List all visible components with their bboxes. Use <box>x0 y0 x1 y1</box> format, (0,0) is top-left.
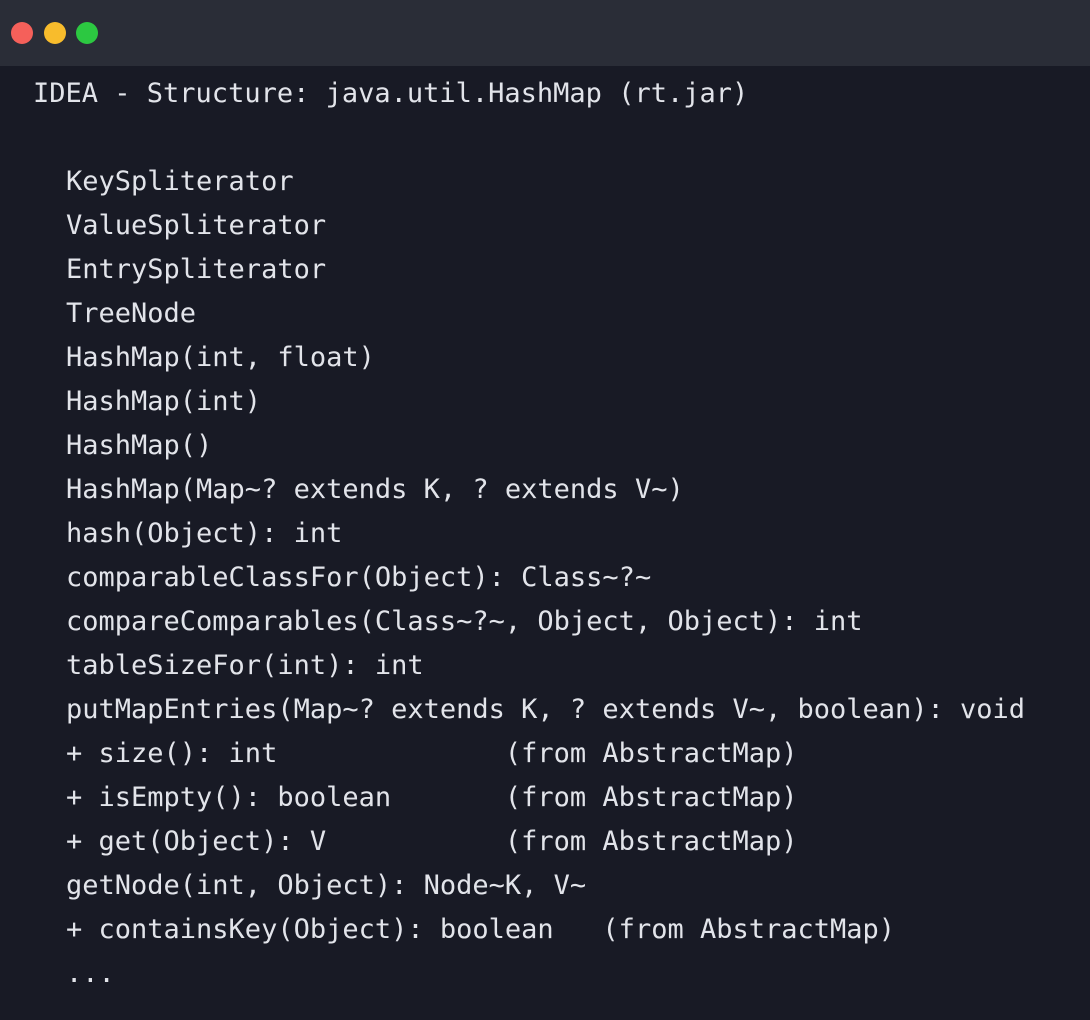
structure-view: IDEA - Structure: java.util.HashMap (rt.… <box>0 66 1090 1020</box>
structure-tree: KeySpliterator ValueSpliterator EntrySpl… <box>66 160 1025 996</box>
structure-item-comparableclassfor[interactable]: comparableClassFor(Object): Class~?~ <box>66 556 1025 600</box>
terminal-window: IDEA - Structure: java.util.HashMap (rt.… <box>0 0 1090 1020</box>
structure-item-treenode[interactable]: TreeNode <box>66 292 1025 336</box>
close-window-button[interactable] <box>11 22 33 44</box>
structure-item-isempty[interactable]: + isEmpty(): boolean (from AbstractMap) <box>66 776 1025 820</box>
structure-item-getnode[interactable]: getNode(int, Object): Node~K, V~ <box>66 864 1025 908</box>
structure-item-keyspliterator[interactable]: KeySpliterator <box>66 160 1025 204</box>
structure-item-get[interactable]: + get(Object): V (from AbstractMap) <box>66 820 1025 864</box>
maximize-window-button[interactable] <box>76 22 98 44</box>
structure-item-constructor-int[interactable]: HashMap(int) <box>66 380 1025 424</box>
structure-item-comparecomparables[interactable]: compareComparables(Class~?~, Object, Obj… <box>66 600 1025 644</box>
structure-item-size[interactable]: + size(): int (from AbstractMap) <box>66 732 1025 776</box>
minimize-window-button[interactable] <box>44 22 66 44</box>
structure-item-entryspliterator[interactable]: EntrySpliterator <box>66 248 1025 292</box>
structure-item-constructor-int-float[interactable]: HashMap(int, float) <box>66 336 1025 380</box>
structure-item-hash[interactable]: hash(Object): int <box>66 512 1025 556</box>
structure-item-valuespliterator[interactable]: ValueSpliterator <box>66 204 1025 248</box>
structure-item-tablesizefor[interactable]: tableSizeFor(int): int <box>66 644 1025 688</box>
structure-item-putmapentries[interactable]: putMapEntries(Map~? extends K, ? extends… <box>66 688 1025 732</box>
structure-title: IDEA - Structure: java.util.HashMap (rt.… <box>33 78 749 109</box>
structure-item-ellipsis: ... <box>66 958 115 989</box>
structure-item-constructor-map[interactable]: HashMap(Map~? extends K, ? extends V~) <box>66 468 1025 512</box>
structure-item-containskey[interactable]: + containsKey(Object): boolean (from Abs… <box>66 908 1025 952</box>
title-bar <box>0 0 1090 66</box>
structure-item-constructor-default[interactable]: HashMap() <box>66 424 1025 468</box>
